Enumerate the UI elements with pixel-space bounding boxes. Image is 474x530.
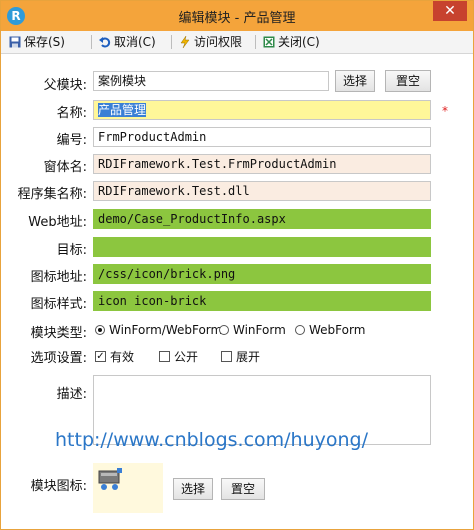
close-button[interactable]: 关闭(C) xyxy=(263,33,320,51)
name-selected-text: 产品管理 xyxy=(98,103,147,117)
toolbar: 保存(S) 取消(C) 访问权限 关闭(C) xyxy=(1,31,473,54)
parent-module-field[interactable]: 案例模块 xyxy=(93,71,329,91)
cancel-label: 取消(C) xyxy=(114,35,156,49)
target-field[interactable] xyxy=(93,237,431,257)
target-label: 目标: xyxy=(56,243,87,258)
option-expand[interactable]: 展开 xyxy=(221,348,260,365)
checkbox-label: 展开 xyxy=(236,350,261,364)
title-bar[interactable]: R 编辑模块 - 产品管理 ✕ xyxy=(1,1,473,31)
module-icon-label: 模块图标: xyxy=(30,479,87,494)
radio-winform[interactable]: WinForm xyxy=(219,323,286,337)
option-public[interactable]: 公开 xyxy=(159,348,198,365)
close-window-icon xyxy=(263,36,275,48)
name-field[interactable]: 产品管理 xyxy=(93,100,431,120)
radio-button[interactable] xyxy=(295,325,305,335)
radio-label: WinForm xyxy=(233,323,286,337)
code-field[interactable]: FrmProductAdmin xyxy=(93,127,431,147)
required-marker: * xyxy=(442,104,448,118)
web-url-label: Web地址: xyxy=(28,215,87,230)
toolbar-separator xyxy=(171,35,172,49)
parent-module-label: 父模块: xyxy=(43,78,87,93)
icon-url-field[interactable]: /css/icon/brick.png xyxy=(93,264,431,284)
toolbar-separator xyxy=(255,35,256,49)
edit-module-window: R 编辑模块 - 产品管理 ✕ 保存(S) 取消(C) 访问权限 关闭(C) 父… xyxy=(0,0,474,530)
web-url-field[interactable]: demo/Case_ProductInfo.aspx xyxy=(93,209,431,229)
icon-url-label: 图标地址: xyxy=(30,270,87,285)
radio-button[interactable] xyxy=(219,325,229,335)
watermark-url: http://www.cnblogs.com/huyong/ xyxy=(55,429,369,451)
radio-webform[interactable]: WebForm xyxy=(295,323,365,337)
module-icon-preview xyxy=(93,463,163,513)
module-type-label: 模块类型: xyxy=(30,326,87,341)
assembly-label: 程序集名称: xyxy=(17,187,87,202)
icon-select-button[interactable]: 选择 xyxy=(173,478,213,500)
radio-label: WebForm xyxy=(309,323,366,337)
access-permission-label: 访问权限 xyxy=(194,35,243,49)
option-enabled[interactable]: ✓ 有效 xyxy=(95,348,134,365)
checkbox-label: 公开 xyxy=(174,350,199,364)
form-name-field[interactable]: RDIFramework.Test.FrmProductAdmin xyxy=(93,154,431,174)
checkbox-label: 有效 xyxy=(110,350,135,364)
window-title: 编辑模块 - 产品管理 xyxy=(178,11,296,26)
icon-css-field[interactable]: icon icon-brick xyxy=(93,291,431,311)
lightning-icon xyxy=(180,36,190,48)
cancel-button[interactable]: 取消(C) xyxy=(99,33,156,51)
radio-button-checked[interactable] xyxy=(95,325,105,335)
save-label: 保存(S) xyxy=(24,35,65,49)
icon-css-label: 图标样式: xyxy=(30,297,87,312)
window-close-button[interactable]: ✕ xyxy=(433,1,467,21)
undo-icon xyxy=(99,37,111,48)
options-label: 选项设置: xyxy=(30,351,87,366)
radio-label: WinForm/WebForm xyxy=(109,323,223,337)
code-label: 编号: xyxy=(56,133,87,148)
cart-icon xyxy=(98,468,122,490)
parent-select-button[interactable]: 选择 xyxy=(335,70,375,92)
description-label: 描述: xyxy=(56,387,87,402)
name-label: 名称: xyxy=(56,106,87,121)
save-icon xyxy=(9,36,21,48)
toolbar-separator xyxy=(91,35,92,49)
checkbox[interactable] xyxy=(221,351,232,362)
form-name-label: 窗体名: xyxy=(43,160,87,175)
icon-clear-button[interactable]: 置空 xyxy=(221,478,265,500)
save-button[interactable]: 保存(S) xyxy=(9,33,65,51)
parent-clear-button[interactable]: 置空 xyxy=(385,70,431,92)
check-icon[interactable]: ✓ xyxy=(95,351,106,362)
radio-winform-webform[interactable]: WinForm/WebForm xyxy=(95,323,222,337)
checkbox[interactable] xyxy=(159,351,170,362)
close-label: 关闭(C) xyxy=(278,35,320,49)
assembly-field[interactable]: RDIFramework.Test.dll xyxy=(93,181,431,201)
access-permission-button[interactable]: 访问权限 xyxy=(179,33,242,51)
